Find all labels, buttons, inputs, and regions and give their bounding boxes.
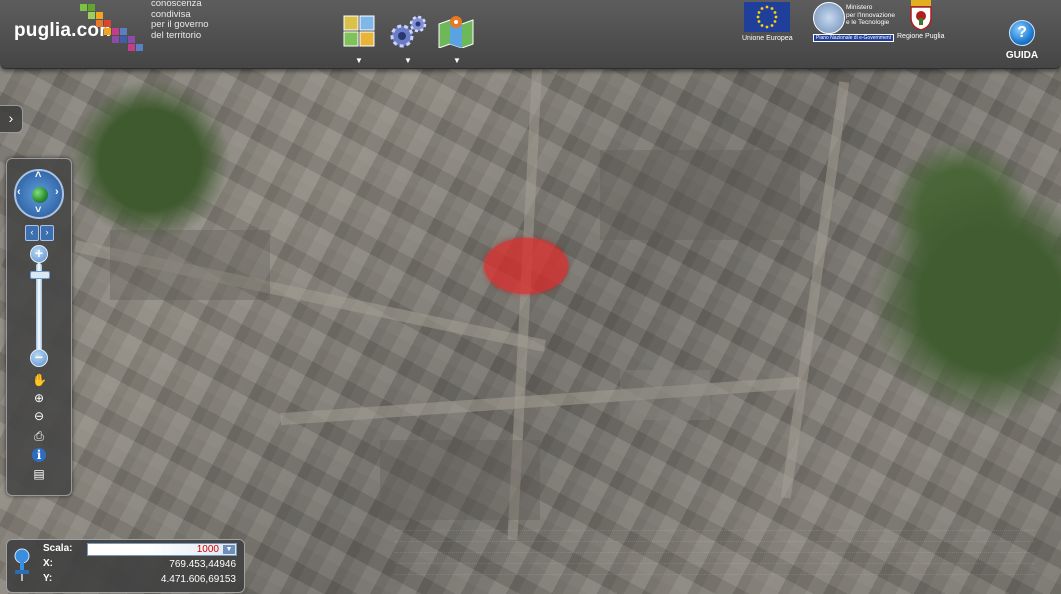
- zoom-out-button[interactable]: −: [30, 349, 48, 367]
- ministry-name-line: per l'Innovazione: [846, 11, 895, 19]
- map-street: [280, 376, 800, 426]
- tagline-line: per il governo: [151, 19, 209, 30]
- ministry-name-line: Ministero: [846, 4, 873, 11]
- eu-flag-icon: [744, 2, 790, 32]
- map-pin-icon[interactable]: [437, 14, 475, 50]
- map-block: [620, 370, 710, 420]
- scale-select[interactable]: 1000 ▼: [87, 543, 237, 556]
- zoom-in-button[interactable]: +: [30, 245, 48, 263]
- map-block: [380, 440, 540, 520]
- map-attribution-overlay: [395, 520, 1035, 575]
- ministry-name-line: e le Tecnologie: [846, 19, 890, 26]
- location-marker[interactable]: [484, 238, 568, 294]
- y-coordinate-value: 4.471.606,69153: [160, 574, 236, 585]
- map-block: [110, 230, 270, 300]
- logo-mosaic-icon: [76, 0, 144, 54]
- chevron-right-icon: ›: [8, 110, 14, 126]
- tagline-line: del territorio: [151, 29, 202, 41]
- layers-grid-icon[interactable]: [342, 14, 378, 50]
- partner-label: Unione Europea: [742, 35, 793, 42]
- chevron-down-icon[interactable]: ▼: [223, 545, 235, 554]
- legend-icon[interactable]: ▤: [32, 467, 46, 481]
- y-label: Y:: [43, 573, 53, 584]
- scale-value: 1000: [196, 544, 219, 555]
- globe-icon: [32, 187, 48, 203]
- pushpin-icon[interactable]: [13, 548, 31, 582]
- top-toolbar: puglia.con conoscenza condivisa per il g…: [0, 0, 1061, 69]
- help-icon: ?: [1009, 20, 1035, 46]
- compass-globe-icon[interactable]: ˄ ˅ ‹ ›: [14, 169, 64, 219]
- layers-dropdown-arrow[interactable]: ▼: [355, 56, 363, 65]
- aerial-map[interactable]: [0, 0, 1061, 594]
- side-panel-toggle[interactable]: ›: [0, 105, 23, 133]
- help-button[interactable]: ? GUIDA: [1001, 20, 1043, 61]
- egov-label: Piano Nazionale di e-Government: [813, 34, 895, 42]
- regione-crest-icon: [908, 0, 934, 31]
- partner-label: Regione Puglia: [897, 33, 945, 40]
- rotate-right-icon[interactable]: ›: [40, 225, 54, 241]
- pan-up-icon[interactable]: ˄: [35, 169, 41, 181]
- print-icon[interactable]: ⎙: [32, 429, 46, 443]
- scale-coordinates-panel: Scala: 1000 ▼ X: 769.453,44946 Y: 4.471.…: [6, 539, 245, 593]
- info-icon[interactable]: i: [32, 448, 46, 462]
- map-block: [600, 150, 800, 240]
- pan-right-icon[interactable]: ›: [55, 186, 59, 198]
- x-coordinate-value: 769.453,44946: [169, 559, 236, 570]
- zoom-out-small-icon[interactable]: ⊖: [32, 409, 46, 423]
- ministry-name: Ministero per l'Innovazione e le Tecnolo…: [846, 4, 895, 27]
- hand-pan-icon[interactable]: ✋: [32, 373, 47, 387]
- map-dropdown-arrow[interactable]: ▼: [453, 56, 461, 65]
- tagline: conoscenza condivisa per il governo del …: [151, 0, 209, 41]
- scale-label: Scala:: [43, 543, 73, 554]
- rotate-left-icon[interactable]: ‹: [25, 225, 39, 241]
- zoom-in-small-icon[interactable]: ⊕: [32, 391, 46, 405]
- navigation-panel: ˄ ˅ ‹ › ‹ › + − ✋ ⊕ ⊖ ⎙ i ▤: [6, 158, 72, 496]
- gears-dropdown-arrow[interactable]: ▼: [404, 56, 412, 65]
- gears-icon[interactable]: [388, 14, 428, 50]
- ministry-seal-icon: [813, 2, 845, 34]
- pan-left-icon[interactable]: ‹: [17, 186, 21, 198]
- help-label: GUIDA: [1005, 50, 1039, 61]
- x-label: X:: [43, 558, 53, 569]
- map-street: [780, 81, 850, 499]
- zoom-slider-thumb[interactable]: [30, 270, 50, 279]
- pan-down-icon[interactable]: ˅: [35, 204, 41, 216]
